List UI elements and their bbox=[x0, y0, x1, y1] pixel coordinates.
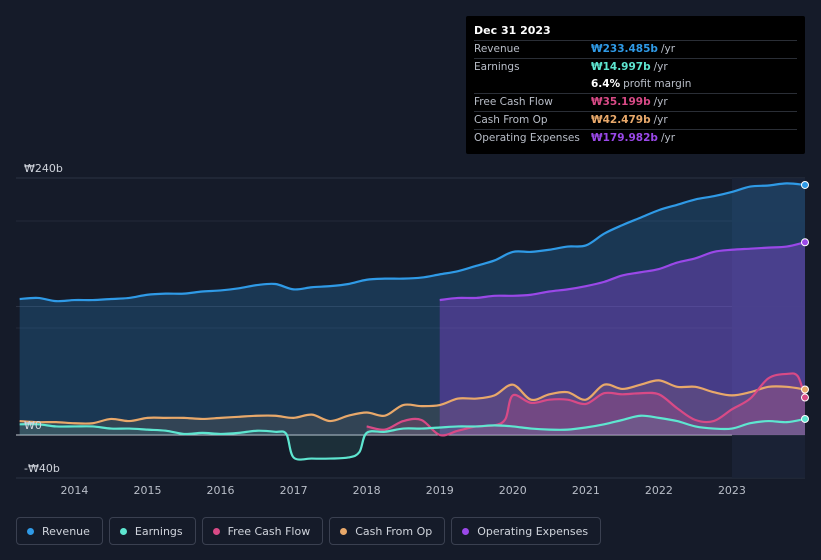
legend-dot-icon bbox=[462, 527, 470, 535]
legend-item-revenue[interactable]: Revenue bbox=[16, 517, 103, 545]
x-tick-label: 2019 bbox=[426, 484, 454, 497]
legend-label: Cash From Op bbox=[355, 524, 433, 538]
tooltip-label: Earnings bbox=[474, 61, 520, 73]
tooltip-row-earnings: Earnings ₩14.997b /yr bbox=[474, 58, 797, 76]
endpoint-earnings bbox=[801, 414, 809, 423]
legend-item-cash-from-op[interactable]: Cash From Op bbox=[329, 517, 446, 545]
tooltip-row-free-cash-flow: Free Cash Flow ₩35.199b /yr bbox=[474, 93, 797, 111]
endpoint-revenue bbox=[801, 180, 809, 189]
x-tick-label: 2016 bbox=[207, 484, 235, 497]
tooltip-row-cash-from-op: Cash From Op ₩42.479b /yr bbox=[474, 111, 797, 129]
tooltip-unit: profit margin bbox=[623, 78, 692, 90]
tooltip-value: ₩42.479b bbox=[591, 114, 651, 126]
tooltip-label: Revenue bbox=[474, 43, 520, 55]
legend-dot-icon bbox=[119, 527, 127, 535]
tooltip-label: Operating Expenses bbox=[474, 132, 580, 144]
tooltip-unit: /yr bbox=[660, 43, 676, 55]
tooltip-unit: /yr bbox=[660, 132, 676, 144]
endpoint-free-cash-flow bbox=[801, 393, 809, 402]
legend-item-free-cash-flow[interactable]: Free Cash Flow bbox=[201, 517, 324, 545]
tooltip-row-revenue: Revenue ₩233.485b /yr bbox=[474, 40, 797, 58]
tooltip-row-profit-margin: 6.4% profit margin bbox=[474, 76, 797, 93]
x-tick-label: 2020 bbox=[499, 484, 527, 497]
legend-dot-icon bbox=[27, 527, 34, 535]
legend-label: Earnings bbox=[134, 524, 183, 538]
tooltip-value: ₩179.982b bbox=[591, 132, 658, 144]
x-tick-label: 2015 bbox=[134, 484, 162, 497]
x-tick-label: 2023 bbox=[718, 484, 746, 497]
x-tick-label: 2017 bbox=[280, 484, 308, 497]
legend-label: Revenue bbox=[42, 524, 90, 538]
tooltip-unit: /yr bbox=[653, 114, 668, 126]
y-tick-label: ₩0 bbox=[24, 419, 42, 432]
endpoint-cash-from-op bbox=[801, 385, 809, 394]
y-tick-label: ₩240b bbox=[24, 162, 63, 175]
tooltip-value: ₩14.997b bbox=[591, 61, 651, 73]
legend-dot-icon bbox=[212, 527, 220, 535]
tooltip-row-operating-expenses: Operating Expenses ₩179.982b /yr bbox=[474, 129, 797, 147]
x-tick-label: 2021 bbox=[572, 484, 600, 497]
tooltip-date: Dec 31 2023 bbox=[474, 24, 551, 37]
tooltip-value: ₩233.485b bbox=[591, 43, 658, 55]
chart-legend: Revenue Earnings Free Cash Flow Cash Fro… bbox=[16, 517, 602, 547]
tooltip-value: ₩35.199b bbox=[591, 96, 651, 108]
legend-label: Free Cash Flow bbox=[227, 524, 311, 538]
legend-item-operating-expenses[interactable]: Operating Expenses bbox=[451, 517, 602, 545]
tooltip-unit: /yr bbox=[653, 61, 668, 73]
legend-label: Operating Expenses bbox=[477, 524, 589, 538]
tooltip-unit: /yr bbox=[653, 96, 668, 108]
series-areas bbox=[19, 183, 806, 460]
tooltip-panel: Dec 31 2023 Revenue ₩233.485b /yr Earnin… bbox=[466, 16, 805, 154]
legend-item-earnings[interactable]: Earnings bbox=[108, 517, 196, 545]
tooltip-label: Cash From Op bbox=[474, 114, 548, 126]
endpoint-operating-expenses bbox=[801, 238, 809, 247]
x-tick-label: 2022 bbox=[645, 484, 673, 497]
tooltip-value: 6.4% bbox=[591, 78, 621, 90]
tooltip-label: Free Cash Flow bbox=[474, 96, 553, 108]
y-tick-label: -₩40b bbox=[24, 462, 60, 475]
tooltip-label bbox=[474, 76, 591, 93]
x-tick-label: 2018 bbox=[353, 484, 381, 497]
legend-dot-icon bbox=[340, 527, 348, 535]
x-axis-ticks: 2014 2015 2016 2017 2018 2019 2020 2021 2022 2023 bbox=[60, 484, 746, 497]
x-tick-label: 2014 bbox=[60, 484, 88, 497]
